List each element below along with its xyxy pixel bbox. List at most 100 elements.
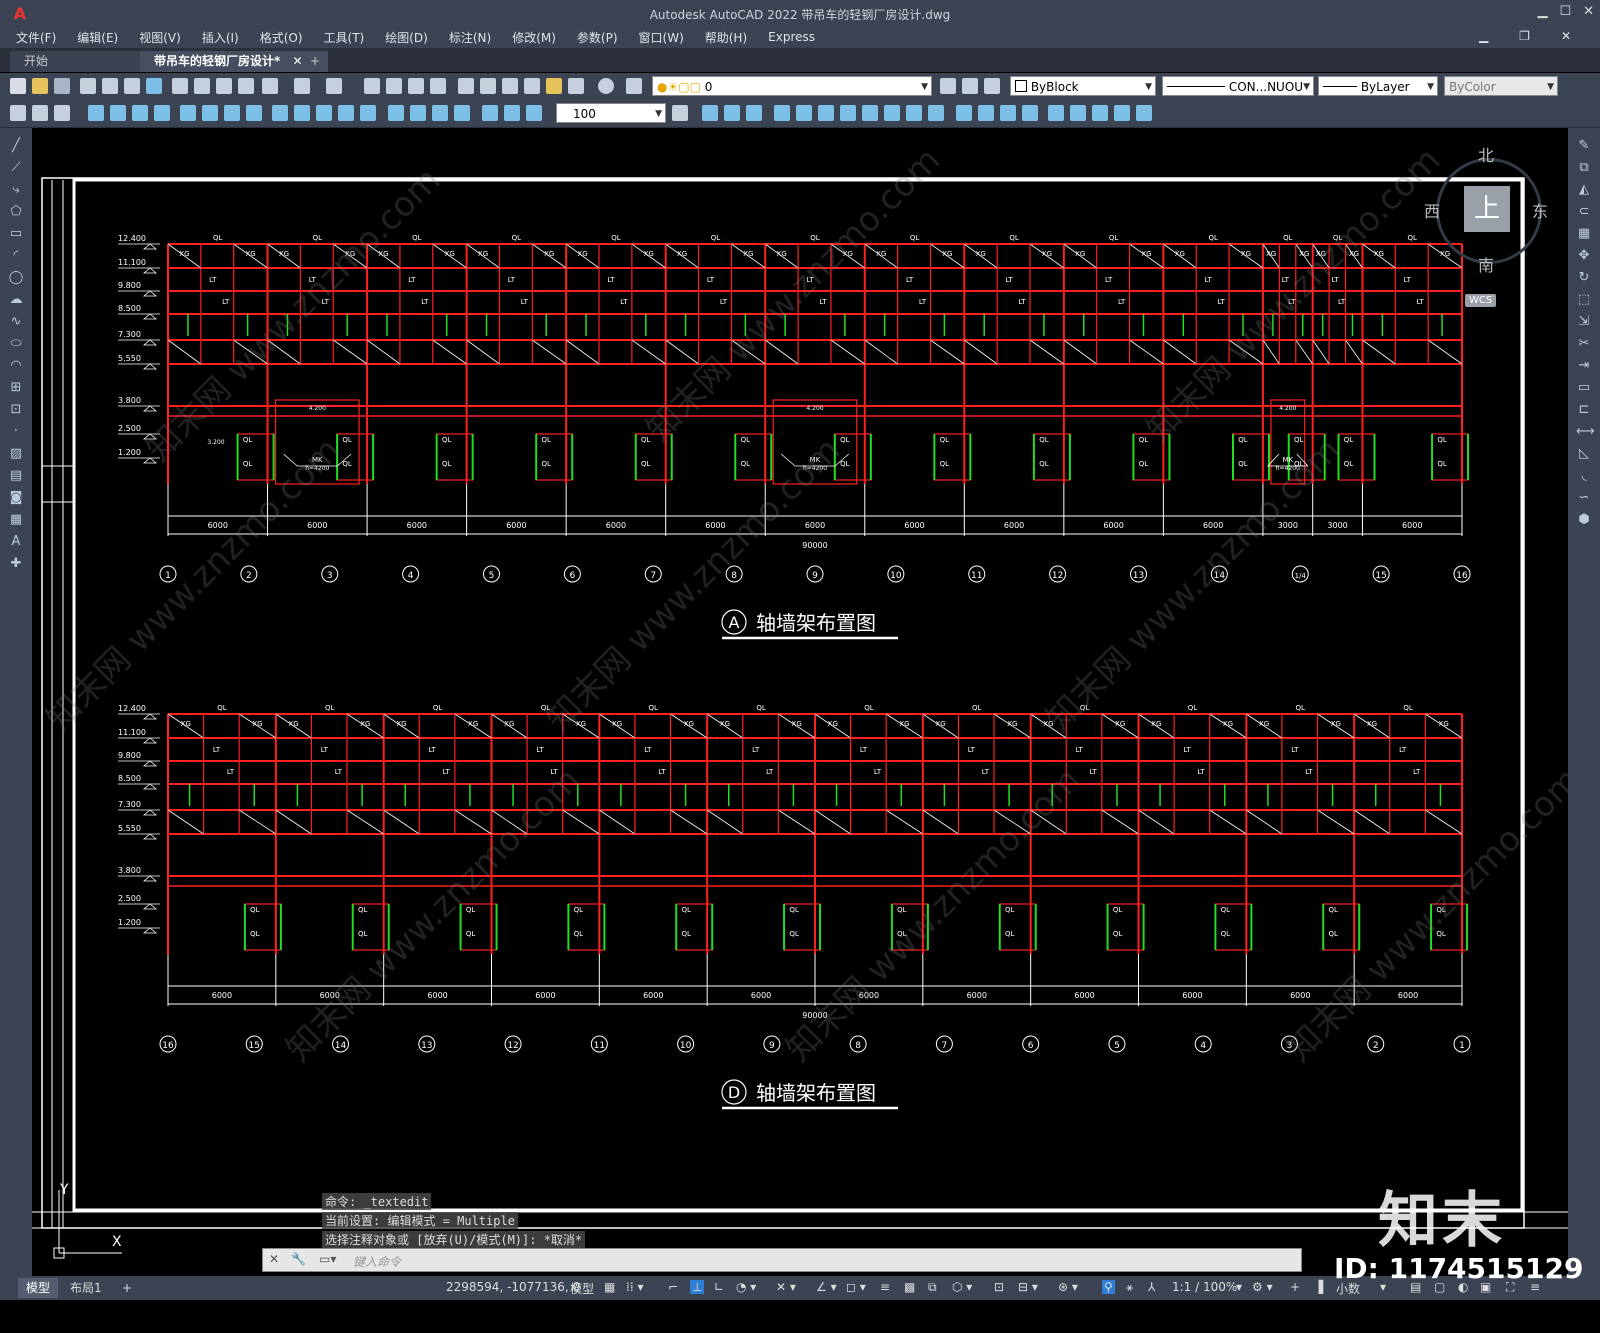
close-icon[interactable]: ✕	[269, 1252, 279, 1266]
plotstyle-dropdown[interactable]: ByColor ▼	[1444, 76, 1558, 96]
break-object-icon[interactable]: ⊏	[1576, 402, 1592, 418]
zoom-previous-icon[interactable]	[430, 78, 446, 94]
explode-icon[interactable]: ⬢	[1576, 512, 1592, 528]
calculator-icon[interactable]	[568, 78, 584, 94]
polygon-icon[interactable]: ⬠	[8, 204, 24, 220]
arc-icon[interactable]: ◜	[8, 248, 24, 264]
markup-icon[interactable]	[546, 78, 562, 94]
menu-help[interactable]: 帮助(H)	[705, 29, 747, 46]
gradient-icon[interactable]: ▤	[8, 468, 24, 484]
lineweight-icon[interactable]: ≡	[880, 1280, 890, 1294]
construction-line-icon[interactable]: ⟋	[8, 160, 24, 176]
tab-layout1[interactable]: 布局1	[62, 1278, 110, 1298]
command-input[interactable]: 键入命令	[353, 1253, 401, 1270]
intersect-icon[interactable]	[906, 105, 922, 121]
menu-tools[interactable]: 工具(T)	[324, 29, 365, 46]
isodraft-icon[interactable]: ✕ ▾	[776, 1280, 796, 1294]
dimension-edit-icon[interactable]	[482, 105, 498, 121]
tab-start[interactable]: 开始	[10, 51, 148, 72]
menu-dimension[interactable]: 标注(N)	[449, 29, 491, 46]
polar-icon[interactable]: ◔ ▾	[736, 1280, 756, 1294]
material-icon[interactable]	[1000, 105, 1016, 121]
arc-length-icon[interactable]	[132, 105, 148, 121]
publish-icon[interactable]	[124, 78, 140, 94]
workspace-gear-icon[interactable]: ⚙ ▾	[1252, 1280, 1273, 1294]
cut-icon[interactable]	[172, 78, 188, 94]
web-icon[interactable]	[146, 78, 162, 94]
center-mark-icon[interactable]	[410, 105, 426, 121]
viewcube-west[interactable]: 西	[1424, 198, 1440, 222]
layer-dropdown[interactable]: ●☀▢▢ 0 ▼	[652, 76, 932, 96]
close-icon[interactable]: ✕	[1583, 4, 1594, 19]
slice-icon[interactable]	[928, 105, 944, 121]
ordinate-icon[interactable]	[154, 105, 170, 121]
break-icon[interactable]	[360, 105, 376, 121]
grid-icon[interactable]: ▦	[604, 1280, 615, 1294]
line-icon[interactable]: ╱	[8, 138, 24, 154]
paste-icon[interactable]	[216, 78, 232, 94]
rotate-icon[interactable]: ↻	[1576, 270, 1592, 286]
zoom-window-icon[interactable]	[408, 78, 424, 94]
diameter-icon[interactable]	[224, 105, 240, 121]
dimension-update-icon[interactable]	[526, 105, 542, 121]
ucs-previous-icon[interactable]	[1092, 105, 1108, 121]
units-icon[interactable]: ▐	[1314, 1280, 1323, 1294]
trim-icon[interactable]: ✂	[1576, 336, 1592, 352]
insert-block-icon[interactable]: ⊞	[8, 380, 24, 396]
menu-view[interactable]: 视图(V)	[139, 29, 181, 46]
jogged-linear-icon[interactable]	[454, 105, 470, 121]
hatch-icon[interactable]: ▨	[8, 446, 24, 462]
tolerance-icon[interactable]	[388, 105, 404, 121]
tab-close-icon[interactable]: ✕	[292, 54, 302, 68]
design-center-icon[interactable]	[480, 78, 496, 94]
quick-dimension-icon[interactable]	[272, 105, 288, 121]
viewcube-top-face[interactable]: 上	[1464, 186, 1510, 232]
undo-icon[interactable]	[294, 78, 310, 94]
box-icon[interactable]	[702, 105, 718, 121]
table-icon[interactable]: ▦	[8, 512, 24, 528]
offset-icon[interactable]: ⊂	[1576, 204, 1592, 220]
print-icon[interactable]	[80, 78, 96, 94]
doc-close-icon[interactable]: ✕	[1561, 29, 1571, 43]
mirror-icon[interactable]: ◭	[1576, 182, 1592, 198]
inspect-icon[interactable]	[432, 105, 448, 121]
selection-filter-icon[interactable]: ⊟ ▾	[1018, 1280, 1038, 1294]
block-editor-icon[interactable]	[262, 78, 278, 94]
match-properties-icon[interactable]	[238, 78, 254, 94]
point-icon[interactable]: ·	[8, 424, 24, 440]
new-file-icon[interactable]	[10, 78, 26, 94]
annotation-scale-value[interactable]: 1:1 / 100%	[1172, 1280, 1237, 1294]
ucs-object-icon[interactable]	[1136, 105, 1152, 121]
wcs-menu[interactable]: WCS	[1465, 294, 1497, 307]
annotation-scale-icon[interactable]: ⅄	[1148, 1280, 1155, 1294]
array-icon[interactable]: ▦	[1576, 226, 1592, 242]
menu-parametric[interactable]: 参数(P)	[577, 29, 618, 46]
coordinates-readout[interactable]: 2298594, -1077136, 0	[446, 1280, 580, 1294]
annotation-monitor-icon[interactable]: +	[1290, 1280, 1300, 1294]
menu-format[interactable]: 格式(O)	[260, 29, 303, 46]
wedge-icon[interactable]	[724, 105, 740, 121]
jogged-icon[interactable]	[202, 105, 218, 121]
scale-icon[interactable]: ⬚	[1576, 292, 1592, 308]
menu-draw[interactable]: 绘图(D)	[385, 29, 428, 46]
help-icon[interactable]	[598, 78, 614, 94]
move-icon[interactable]: ✥	[1576, 248, 1592, 264]
menu-edit[interactable]: 编辑(E)	[77, 29, 118, 46]
ellipse-arc-icon[interactable]: ◠	[8, 358, 24, 374]
gizmo-icon[interactable]: ⊛ ▾	[1058, 1280, 1078, 1294]
space-icon[interactable]	[338, 105, 354, 121]
drawing-canvas[interactable]: 12.400 11.100 9.800 8.500 7.300 5.550 3.800 2.5…	[32, 128, 1568, 1298]
ucs-icon[interactable]	[1048, 105, 1064, 121]
shade-icon[interactable]	[956, 105, 972, 121]
tab-model[interactable]: 模型	[18, 1278, 59, 1298]
command-line[interactable]: ✕ 🔧 ▭▾ 键入命令	[262, 1248, 1302, 1272]
model-space-toggle[interactable]: 模型	[570, 1280, 594, 1297]
linear-dimension-icon[interactable]	[88, 105, 104, 121]
add-layout-button[interactable]: +	[114, 1278, 140, 1298]
otrack-icon[interactable]: ∠ ▾	[816, 1280, 837, 1294]
viewcube-south[interactable]: 南	[1478, 252, 1494, 276]
save-icon[interactable]	[54, 78, 70, 94]
new-tab-button[interactable]: +	[310, 51, 320, 72]
ucs-world-icon[interactable]	[1070, 105, 1086, 121]
minimize-icon[interactable]: ▁	[1537, 4, 1547, 19]
